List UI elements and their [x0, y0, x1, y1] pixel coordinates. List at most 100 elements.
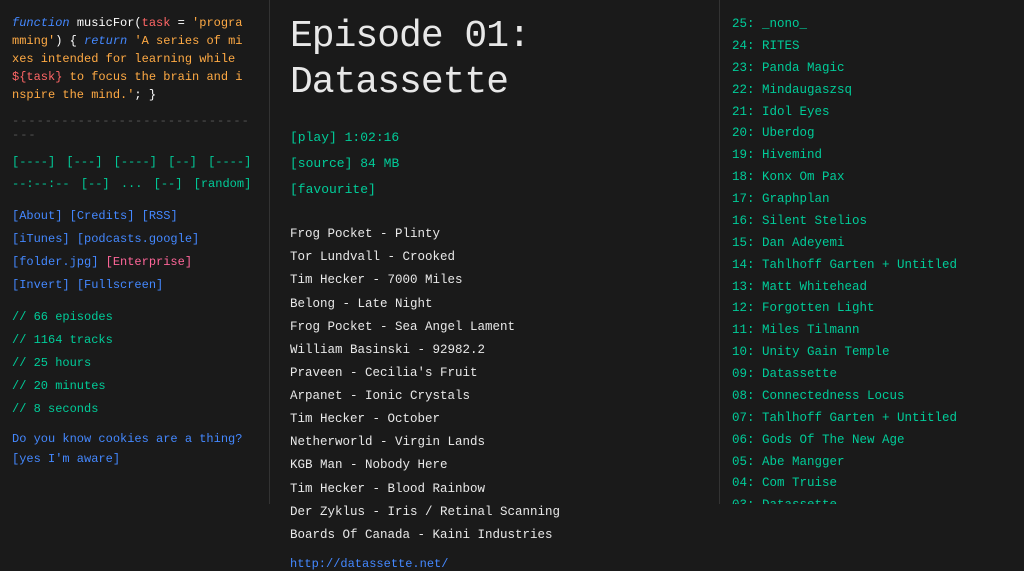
ctrl-play[interactable]: [----]	[114, 155, 157, 169]
playlist-item-05[interactable]: 05: Abe Mangger	[732, 452, 1012, 474]
playlist-item-18[interactable]: 18: Konx Om Pax	[732, 167, 1012, 189]
playlist-item-03[interactable]: 03: Datassette	[732, 495, 1012, 504]
favourite-btn[interactable]: [favourite]	[290, 177, 699, 203]
links-row2: [iTunes] [podcasts.google]	[12, 228, 257, 251]
track-item[interactable]: Tim Hecker - Blood Rainbow	[290, 478, 699, 501]
code-text2: =	[170, 16, 192, 30]
divider: --------------------------------	[12, 114, 257, 142]
links-row1: [About] [Credits] [RSS]	[12, 205, 257, 228]
stats-section: // 66 episodes // 1164 tracks // 25 hour…	[12, 306, 257, 420]
code-string-line4: to focus the brain and i	[62, 70, 242, 84]
left-panel: function musicFor(task = 'progra mming')…	[0, 0, 270, 504]
cookie-notice: Do you know cookies are a thing? [yes I'…	[12, 430, 257, 468]
about-link[interactable]: [About]	[12, 209, 62, 223]
track-list: Frog Pocket - Plinty Tor Lundvall - Croo…	[290, 223, 699, 547]
track-item[interactable]: Frog Pocket - Plinty	[290, 223, 699, 246]
source-info: [source] 84 MB	[290, 151, 699, 177]
code-var-task: task	[142, 16, 171, 30]
playlist-item-25[interactable]: 25: _nono_	[732, 14, 1012, 36]
playlist-item-10[interactable]: 10: Unity Gain Temple	[732, 342, 1012, 364]
ctrl-misc[interactable]: [--]	[154, 177, 183, 191]
playlist-item-06[interactable]: 06: Gods Of The New Age	[732, 430, 1012, 452]
track-item[interactable]: KGB Man - Nobody Here	[290, 454, 699, 477]
google-podcasts-link[interactable]: [podcasts.google]	[77, 232, 199, 246]
code-block: function musicFor(task = 'progra mming')…	[12, 14, 257, 104]
code-var-inline: ${task}	[12, 70, 62, 84]
playlist-item-22[interactable]: 22: Mindaugaszsq	[732, 80, 1012, 102]
playlist-item-07[interactable]: 07: Tahlhoff Garten + Untitled	[732, 408, 1012, 430]
code-string-val: 'progra	[192, 16, 242, 30]
track-item[interactable]: Tim Hecker - October	[290, 408, 699, 431]
middle-panel: Episode 01:Datassette [play] 1:02:16 [so…	[270, 0, 720, 504]
playlist-item-23[interactable]: 23: Panda Magic	[732, 58, 1012, 80]
ctrl-random[interactable]: [random]	[194, 177, 252, 191]
ctrl-next-next[interactable]: [----]	[208, 155, 251, 169]
track-item[interactable]: Frog Pocket - Sea Angel Lament	[290, 316, 699, 339]
enterprise-link[interactable]: [Enterprise]	[106, 255, 192, 269]
stat-minutes: // 20 minutes	[12, 375, 257, 398]
credits-link[interactable]: [Credits]	[70, 209, 135, 223]
episode-meta: [play] 1:02:16 [source] 84 MB [favourite…	[290, 125, 699, 203]
playlist-item-11[interactable]: 11: Miles Tilmann	[732, 320, 1012, 342]
code-close: ; }	[134, 88, 156, 102]
playlist-item-24[interactable]: 24: RITES	[732, 36, 1012, 58]
stat-tracks: // 1164 tracks	[12, 329, 257, 352]
nav-row2: --:--:-- [--] ... [--] [random]	[12, 174, 257, 196]
playlist-item-19[interactable]: 19: Hivemind	[732, 145, 1012, 167]
ctrl-next[interactable]: [--]	[168, 155, 197, 169]
code-string-line2: mming'	[12, 34, 55, 48]
playlist-item-09[interactable]: 09: Datassette	[732, 364, 1012, 386]
track-item[interactable]: William Basinski - 92982.2	[290, 339, 699, 362]
itunes-link[interactable]: [iTunes]	[12, 232, 70, 246]
playlist-item-15[interactable]: 15: Dan Adeyemi	[732, 233, 1012, 255]
num-25: 25:	[732, 17, 762, 31]
track-item[interactable]: Arpanet - Ionic Crystals	[290, 385, 699, 408]
ctrl-prev-prev[interactable]: [----]	[12, 155, 55, 169]
code-text: musicFor(	[77, 16, 142, 30]
track-item[interactable]: Praveen - Cecilia's Fruit	[290, 362, 699, 385]
cookie-question: Do you know cookies are a thing?	[12, 430, 257, 449]
code-return-string: 'A series of mi	[134, 34, 242, 48]
playlist-item-13[interactable]: 13: Matt Whitehead	[732, 277, 1012, 299]
links-row3: [folder.jpg] [Enterprise]	[12, 251, 257, 274]
nav-controls: [----] [---] [----] [--] [----] --:--:--…	[12, 152, 257, 195]
ctrl-prev[interactable]: [---]	[66, 155, 102, 169]
stat-episodes: // 66 episodes	[12, 306, 257, 329]
stat-hours: // 25 hours	[12, 352, 257, 375]
fullscreen-link[interactable]: [Fullscreen]	[77, 278, 163, 292]
track-item[interactable]: Der Zyklus - Iris / Retinal Scanning	[290, 501, 699, 524]
episode-title: Episode 01:Datassette	[290, 14, 699, 105]
code-return-keyword: return	[84, 34, 127, 48]
cookie-answer-link[interactable]: [yes I'm aware]	[12, 450, 257, 469]
invert-link[interactable]: [Invert]	[12, 278, 70, 292]
source-label: [source]	[290, 156, 352, 171]
play-info[interactable]: [play] 1:02:16	[290, 125, 699, 151]
code-string-line5: nspire the mind.'	[12, 88, 134, 102]
playlist-item-21[interactable]: 21: Idol Eyes	[732, 102, 1012, 124]
nav-row1: [----] [---] [----] [--] [----]	[12, 152, 257, 174]
play-duration: 1:02:16	[345, 130, 400, 145]
episode-url[interactable]: http://datassette.net/	[290, 557, 699, 571]
playlist-item-20[interactable]: 20: Uberdog	[732, 123, 1012, 145]
folder-link[interactable]: [folder.jpg]	[12, 255, 98, 269]
track-item[interactable]: Tor Lundvall - Crooked	[290, 246, 699, 269]
playlist-item-12[interactable]: 12: Forgotten Light	[732, 298, 1012, 320]
track-item[interactable]: Belong - Late Night	[290, 293, 699, 316]
ctrl-vol[interactable]: [--]	[81, 177, 110, 191]
play-label[interactable]: [play]	[290, 130, 337, 145]
rss-link[interactable]: [RSS]	[142, 209, 178, 223]
code-text3: ) {	[55, 34, 84, 48]
source-size: 84 MB	[360, 156, 399, 171]
playlist-item-14[interactable]: 14: Tahlhoff Garten + Untitled	[732, 255, 1012, 277]
playlist-item-08[interactable]: 08: Connectedness Locus	[732, 386, 1012, 408]
track-item[interactable]: Netherworld - Virgin Lands	[290, 431, 699, 454]
favourite-label[interactable]: [favourite]	[290, 182, 376, 197]
track-item[interactable]: Tim Hecker - 7000 Miles	[290, 269, 699, 292]
links-section: [About] [Credits] [RSS] [iTunes] [podcas…	[12, 205, 257, 296]
playlist-item-04[interactable]: 04: Com Truise	[732, 473, 1012, 495]
right-panel: 25: _nono_ 24: RITES 23: Panda Magic 22:…	[720, 0, 1024, 504]
track-item[interactable]: Boards Of Canada - Kaini Industries	[290, 524, 699, 547]
playlist-item-17[interactable]: 17: Graphplan	[732, 189, 1012, 211]
playlist-item-16[interactable]: 16: Silent Stelios	[732, 211, 1012, 233]
ctrl-time: --:--:--	[12, 177, 70, 191]
